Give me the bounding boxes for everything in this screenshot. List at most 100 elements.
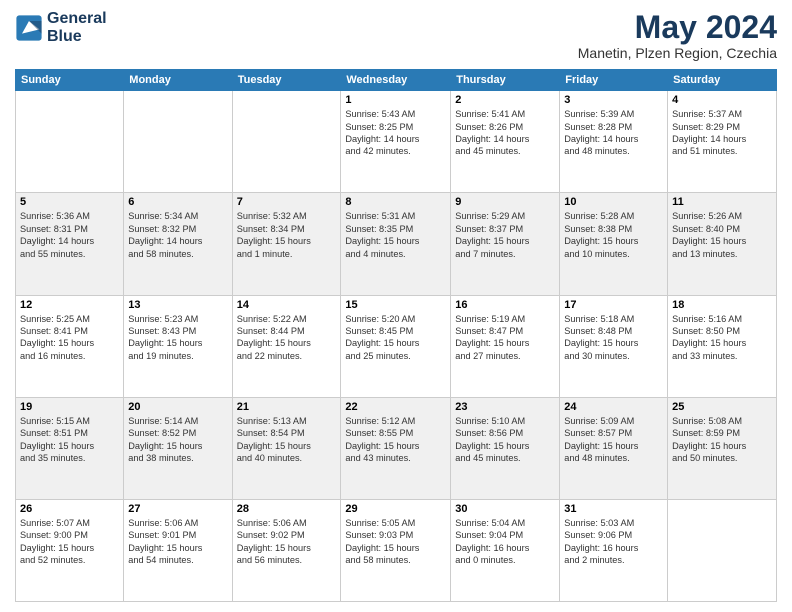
- day-number: 18: [672, 299, 772, 311]
- day-number: 7: [237, 196, 337, 208]
- calendar-header-wednesday: Wednesday: [341, 70, 451, 91]
- calendar-week-3: 12 Sunrise: 5:25 AM Sunset: 8:41 PM Dayli…: [16, 295, 777, 397]
- day-number: 31: [564, 503, 663, 515]
- calendar-cell: 2Sunrise: 5:41 AM Sunset: 8:26 PM Daylig…: [451, 91, 560, 193]
- calendar-cell: 28Sunrise: 5:06 AM Sunset: 9:02 PM Dayli…: [232, 499, 341, 601]
- day-info: Sunrise: 5:10 AM Sunset: 8:56 PM Dayligh…: [455, 415, 555, 465]
- calendar-week-1: 1 Sunrise: 5:43 AM Sunset: 8:25 PM Daylig…: [16, 91, 777, 193]
- calendar-cell: 25 Sunrise: 5:08 AM Sunset: 8:59 PM Dayli…: [668, 397, 777, 499]
- day-info: Sunrise: 5:07 AM Sunset: 9:00 PM Dayligh…: [20, 517, 119, 567]
- day-number: 13: [128, 299, 227, 311]
- day-info: Sunrise: 5:08 AM Sunset: 8:59 PM Dayligh…: [672, 415, 772, 465]
- logo: General Blue: [15, 10, 107, 45]
- calendar-cell: 22 Sunrise: 5:12 AM Sunset: 8:55 PM Dayli…: [341, 397, 451, 499]
- day-info: Sunrise: 5:22 AM Sunset: 8:44 PM Dayligh…: [237, 313, 337, 363]
- calendar-cell: 7 Sunrise: 5:32 AM Sunset: 8:34 PM Daylig…: [232, 193, 341, 295]
- calendar-header-tuesday: Tuesday: [232, 70, 341, 91]
- day-number: 14: [237, 299, 337, 311]
- calendar-cell: 30Sunrise: 5:04 AM Sunset: 9:04 PM Dayli…: [451, 499, 560, 601]
- main-title: May 2024: [578, 10, 777, 45]
- day-number: 1: [345, 94, 446, 106]
- day-info: Sunrise: 5:28 AM Sunset: 8:38 PM Dayligh…: [564, 210, 663, 260]
- day-info: Sunrise: 5:39 AM Sunset: 8:28 PM Dayligh…: [564, 108, 663, 158]
- calendar-week-2: 5 Sunrise: 5:36 AM Sunset: 8:31 PM Daylig…: [16, 193, 777, 295]
- calendar-cell: 3 Sunrise: 5:39 AM Sunset: 8:28 PM Daylig…: [560, 91, 668, 193]
- day-info: Sunrise: 5:12 AM Sunset: 8:55 PM Dayligh…: [345, 415, 446, 465]
- title-block: May 2024 Manetin, Plzen Region, Czechia: [578, 10, 777, 61]
- calendar-header-monday: Monday: [124, 70, 232, 91]
- day-info: Sunrise: 5:16 AM Sunset: 8:50 PM Dayligh…: [672, 313, 772, 363]
- day-info: Sunrise: 5:03 AM Sunset: 9:06 PM Dayligh…: [564, 517, 663, 567]
- day-number: 6: [128, 196, 227, 208]
- calendar-cell: 19Sunrise: 5:15 AM Sunset: 8:51 PM Dayli…: [16, 397, 124, 499]
- calendar-cell: 5 Sunrise: 5:36 AM Sunset: 8:31 PM Daylig…: [16, 193, 124, 295]
- day-info: Sunrise: 5:09 AM Sunset: 8:57 PM Dayligh…: [564, 415, 663, 465]
- day-number: 5: [20, 196, 119, 208]
- calendar-cell: 21 Sunrise: 5:13 AM Sunset: 8:54 PM Dayli…: [232, 397, 341, 499]
- day-info: Sunrise: 5:04 AM Sunset: 9:04 PM Dayligh…: [455, 517, 555, 567]
- calendar-cell: 14 Sunrise: 5:22 AM Sunset: 8:44 PM Dayli…: [232, 295, 341, 397]
- day-number: 17: [564, 299, 663, 311]
- calendar-header-saturday: Saturday: [668, 70, 777, 91]
- header: General Blue May 2024 Manetin, Plzen Reg…: [15, 10, 777, 61]
- day-info: Sunrise: 5:37 AM Sunset: 8:29 PM Dayligh…: [672, 108, 772, 158]
- calendar-header-row: SundayMondayTuesdayWednesdayThursdayFrid…: [16, 70, 777, 91]
- page: General Blue May 2024 Manetin, Plzen Reg…: [0, 0, 792, 612]
- calendar-header-thursday: Thursday: [451, 70, 560, 91]
- calendar-cell: 4 Sunrise: 5:37 AM Sunset: 8:29 PM Daylig…: [668, 91, 777, 193]
- day-number: 4: [672, 94, 772, 106]
- calendar-cell: 26Sunrise: 5:07 AM Sunset: 9:00 PM Dayli…: [16, 499, 124, 601]
- calendar-cell: 20 Sunrise: 5:14 AM Sunset: 8:52 PM Dayli…: [124, 397, 232, 499]
- day-info: Sunrise: 5:26 AM Sunset: 8:40 PM Dayligh…: [672, 210, 772, 260]
- calendar-cell: 24 Sunrise: 5:09 AM Sunset: 8:57 PM Dayli…: [560, 397, 668, 499]
- day-info: Sunrise: 5:41 AM Sunset: 8:26 PM Dayligh…: [455, 108, 555, 158]
- calendar-week-4: 19Sunrise: 5:15 AM Sunset: 8:51 PM Dayli…: [16, 397, 777, 499]
- day-info: Sunrise: 5:06 AM Sunset: 9:01 PM Dayligh…: [128, 517, 227, 567]
- day-info: Sunrise: 5:43 AM Sunset: 8:25 PM Dayligh…: [345, 108, 446, 158]
- day-number: 24: [564, 401, 663, 413]
- subtitle: Manetin, Plzen Region, Czechia: [578, 45, 777, 61]
- day-info: Sunrise: 5:36 AM Sunset: 8:31 PM Dayligh…: [20, 210, 119, 260]
- calendar-cell: 23 Sunrise: 5:10 AM Sunset: 8:56 PM Dayli…: [451, 397, 560, 499]
- calendar: SundayMondayTuesdayWednesdayThursdayFrid…: [15, 69, 777, 602]
- calendar-cell: [16, 91, 124, 193]
- day-info: Sunrise: 5:31 AM Sunset: 8:35 PM Dayligh…: [345, 210, 446, 260]
- day-number: 15: [345, 299, 446, 311]
- day-number: 9: [455, 196, 555, 208]
- calendar-cell: 11 Sunrise: 5:26 AM Sunset: 8:40 PM Dayli…: [668, 193, 777, 295]
- day-info: Sunrise: 5:15 AM Sunset: 8:51 PM Dayligh…: [20, 415, 119, 465]
- day-number: 29: [345, 503, 446, 515]
- day-number: 25: [672, 401, 772, 413]
- calendar-cell: 6 Sunrise: 5:34 AM Sunset: 8:32 PM Daylig…: [124, 193, 232, 295]
- day-info: Sunrise: 5:25 AM Sunset: 8:41 PM Dayligh…: [20, 313, 119, 363]
- calendar-header-sunday: Sunday: [16, 70, 124, 91]
- day-info: Sunrise: 5:32 AM Sunset: 8:34 PM Dayligh…: [237, 210, 337, 260]
- calendar-week-5: 26Sunrise: 5:07 AM Sunset: 9:00 PM Dayli…: [16, 499, 777, 601]
- day-number: 20: [128, 401, 227, 413]
- logo-text: General Blue: [47, 10, 107, 45]
- calendar-cell: 15Sunrise: 5:20 AM Sunset: 8:45 PM Dayli…: [341, 295, 451, 397]
- day-info: Sunrise: 5:18 AM Sunset: 8:48 PM Dayligh…: [564, 313, 663, 363]
- calendar-cell: 9Sunrise: 5:29 AM Sunset: 8:37 PM Daylig…: [451, 193, 560, 295]
- day-number: 16: [455, 299, 555, 311]
- day-number: 11: [672, 196, 772, 208]
- day-info: Sunrise: 5:23 AM Sunset: 8:43 PM Dayligh…: [128, 313, 227, 363]
- day-number: 10: [564, 196, 663, 208]
- calendar-cell: [668, 499, 777, 601]
- day-number: 3: [564, 94, 663, 106]
- day-number: 21: [237, 401, 337, 413]
- calendar-cell: [232, 91, 341, 193]
- day-number: 8: [345, 196, 446, 208]
- day-number: 23: [455, 401, 555, 413]
- day-number: 27: [128, 503, 227, 515]
- calendar-cell: 17 Sunrise: 5:18 AM Sunset: 8:48 PM Dayli…: [560, 295, 668, 397]
- day-number: 22: [345, 401, 446, 413]
- calendar-cell: 13 Sunrise: 5:23 AM Sunset: 8:43 PM Dayli…: [124, 295, 232, 397]
- calendar-header-friday: Friday: [560, 70, 668, 91]
- calendar-cell: 16Sunrise: 5:19 AM Sunset: 8:47 PM Dayli…: [451, 295, 560, 397]
- day-info: Sunrise: 5:34 AM Sunset: 8:32 PM Dayligh…: [128, 210, 227, 260]
- day-info: Sunrise: 5:13 AM Sunset: 8:54 PM Dayligh…: [237, 415, 337, 465]
- day-info: Sunrise: 5:14 AM Sunset: 8:52 PM Dayligh…: [128, 415, 227, 465]
- calendar-cell: 10 Sunrise: 5:28 AM Sunset: 8:38 PM Dayli…: [560, 193, 668, 295]
- day-number: 12: [20, 299, 119, 311]
